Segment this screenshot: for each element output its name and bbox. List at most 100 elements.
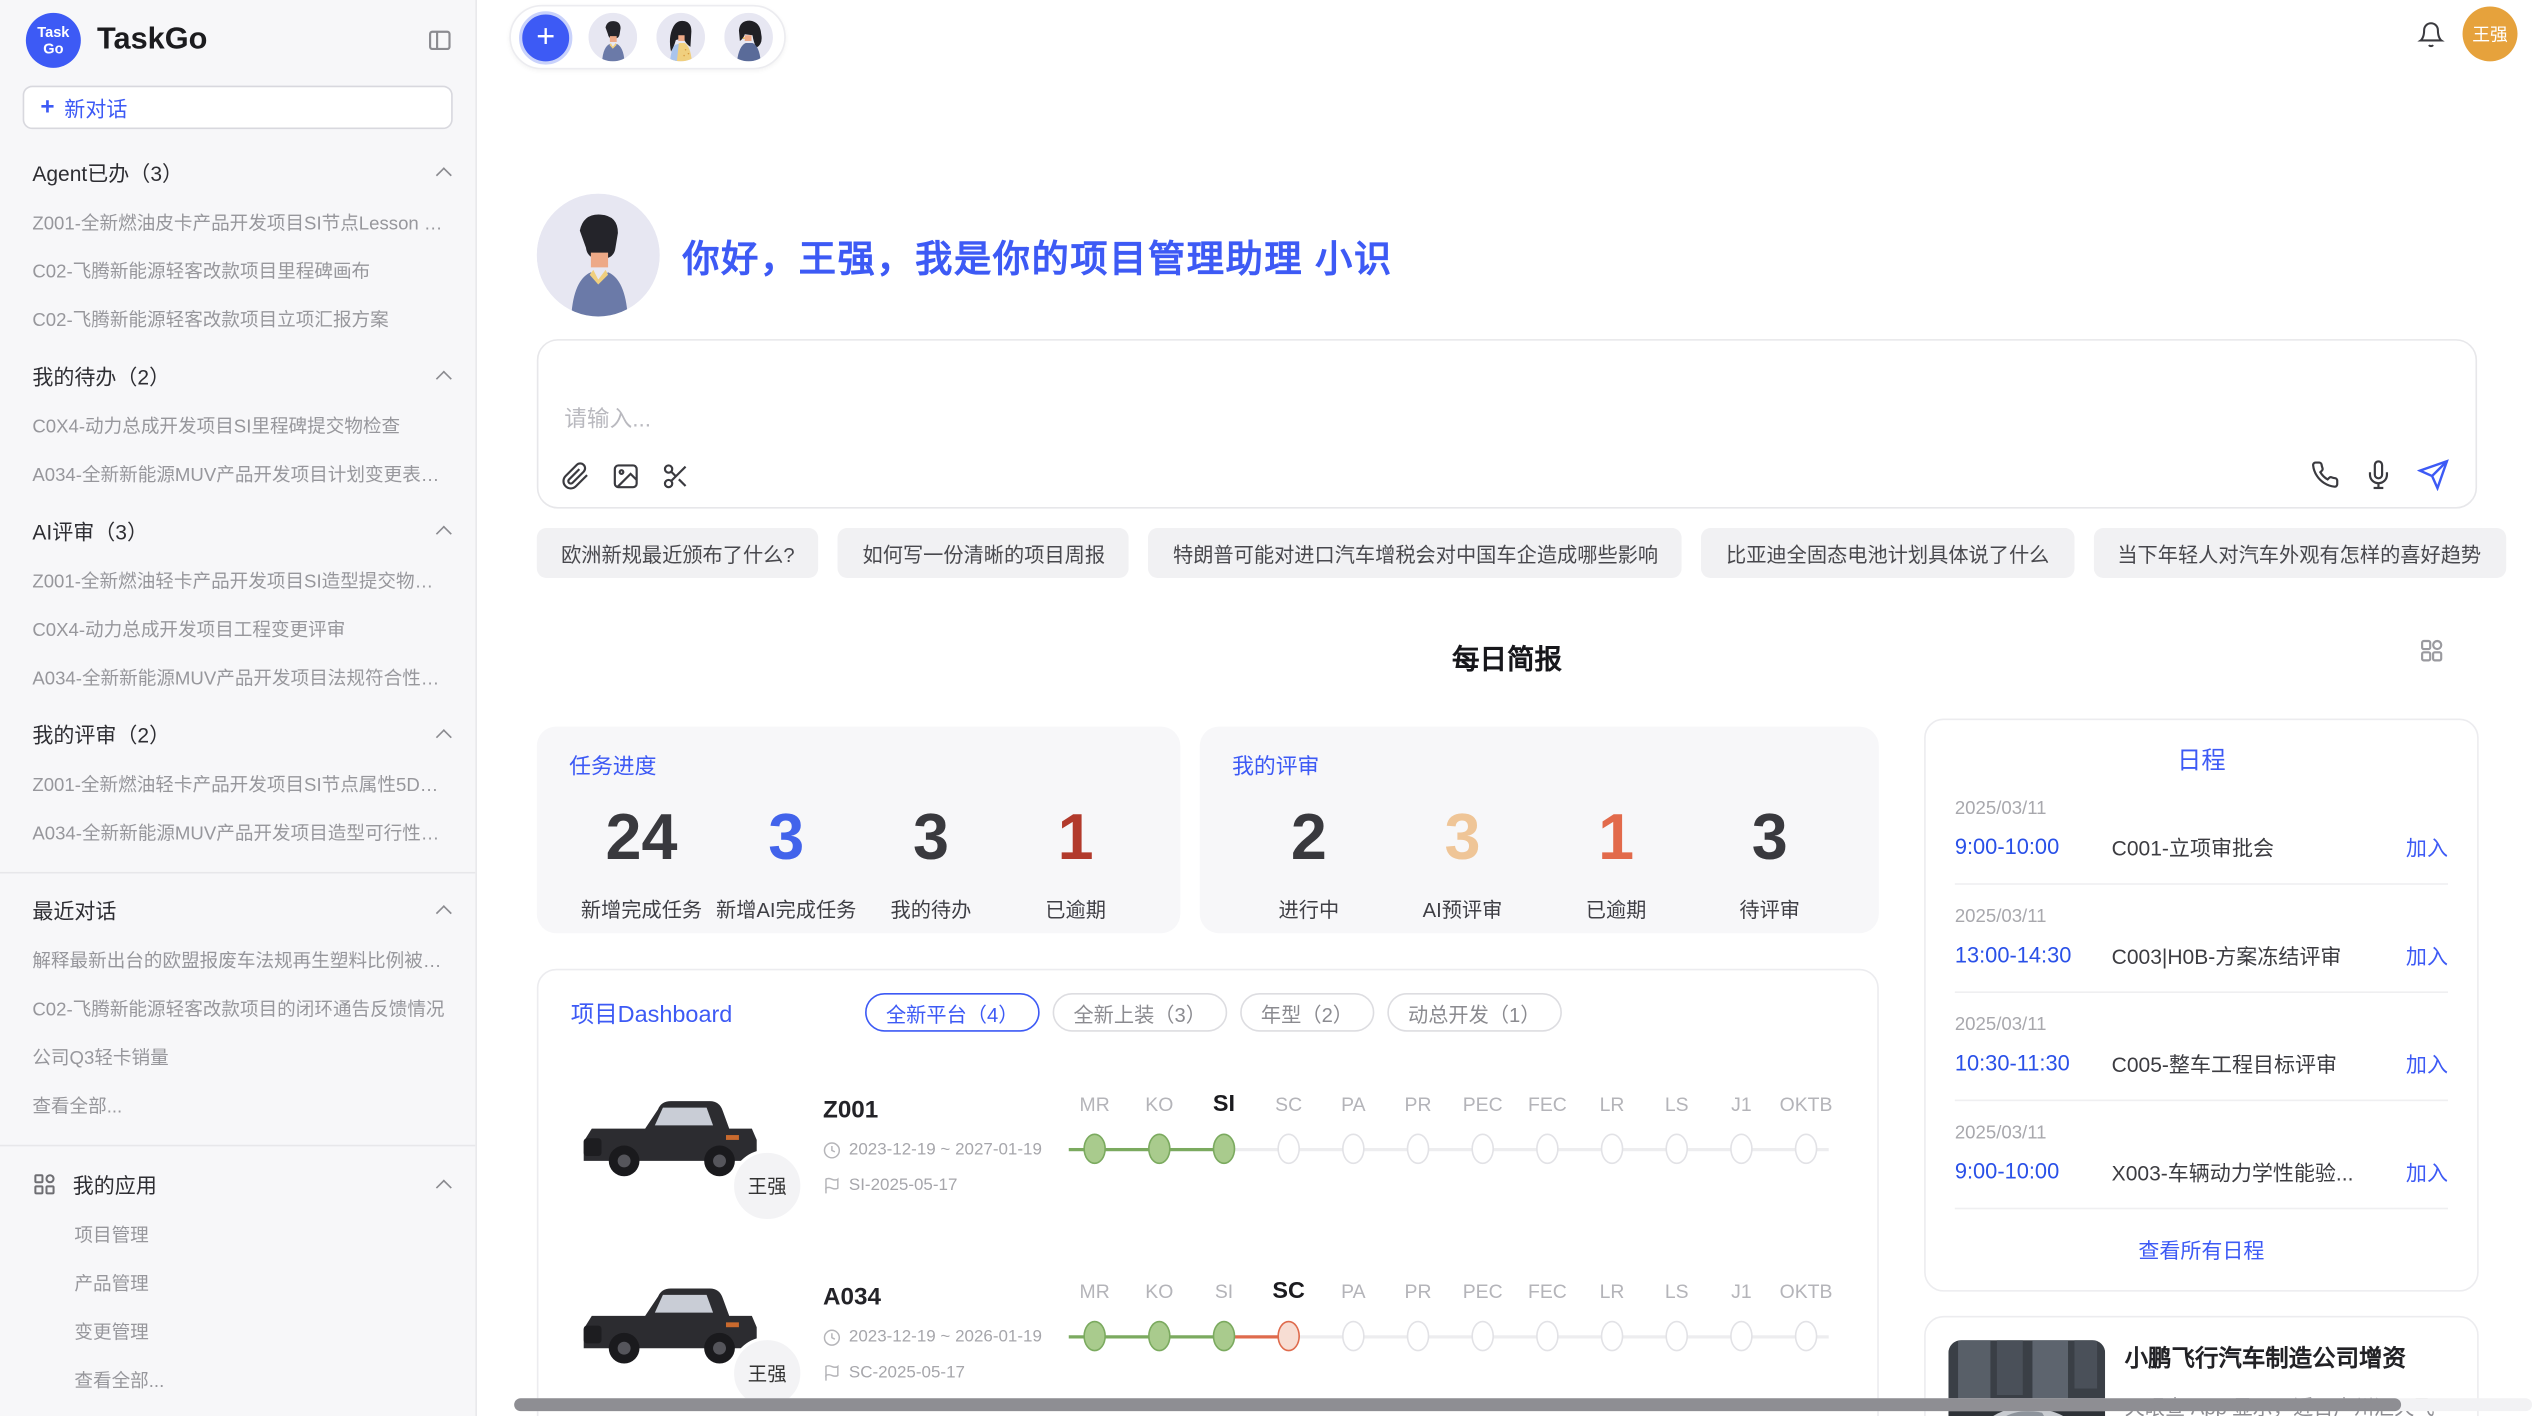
recent-chat-item[interactable]: C02-飞腾新能源轻客改款项目的闭环通告反馈情况: [32, 996, 449, 1022]
recent-chat-item[interactable]: 公司Q3轻卡销量: [32, 1045, 449, 1071]
attachment-icon[interactable]: [561, 462, 590, 491]
suggestion-chip[interactable]: 比亚迪全固态电池计划具体说了什么: [1702, 528, 2074, 578]
project-row-z001[interactable]: 王强 Z001 2023-12-19 ~ 2027-01-19 SI-2025-…: [571, 1074, 1845, 1197]
notification-bell-icon[interactable]: [2417, 21, 2444, 48]
milestone-dot: [1665, 1133, 1688, 1164]
new-chat-label: 新对话: [64, 92, 127, 123]
schedule-time: 13:00-14:30: [1955, 943, 2112, 967]
task-progress-card: 任务进度 24 新增完成任务 3 新增AI完成任务 3 我的待办: [537, 727, 1181, 934]
member-avatar[interactable]: [721, 10, 776, 65]
sidebar-item[interactable]: Z001-全新燃油皮卡产品开发项目SI节点Lesson Learn报告: [32, 210, 449, 236]
app-view-all[interactable]: 查看全部...: [74, 1368, 449, 1394]
sidebar-item[interactable]: Z001-全新燃油轻卡产品开发项目SI节点属性5D文件评审: [32, 772, 449, 798]
schedule-item: 2025/03/11 13:00-14:30 C003|H0B-方案冻结评审 加…: [1955, 885, 2448, 993]
horizontal-scrollbar[interactable]: [514, 1398, 2401, 1411]
app-item-project-mgmt[interactable]: 项目管理: [74, 1222, 449, 1248]
user-avatar[interactable]: 王强: [2463, 6, 2518, 61]
project-code: A034: [823, 1284, 1062, 1311]
milestone-dot: [1407, 1321, 1430, 1352]
milestone-dot-done: [1148, 1321, 1171, 1352]
collapse-sidebar-icon[interactable]: [427, 27, 453, 53]
app-logo: Task Go: [26, 13, 81, 68]
scissors-icon[interactable]: [661, 462, 690, 491]
milestone-dot: [1730, 1133, 1753, 1164]
section-header-ai-review[interactable]: AI评审（3）: [32, 515, 449, 546]
clock-icon: [823, 1141, 841, 1159]
milestone-dot-done: [1213, 1321, 1236, 1352]
dashboard-title: 项目Dashboard: [571, 995, 733, 1029]
phone-call-icon[interactable]: [2311, 460, 2340, 489]
suggestion-chip[interactable]: 当下年轻人对汽车外观有怎样的喜好趋势: [2093, 528, 2505, 578]
assistant-avatar: [537, 194, 660, 317]
section-header-my-review[interactable]: 我的评审（2）: [32, 718, 449, 749]
sidebar-item[interactable]: C02-飞腾新能源轻客改款项目立项汇报方案: [32, 307, 449, 333]
sidebar-item[interactable]: Z001-全新燃油轻卡产品开发项目SI造型提交物评审: [32, 568, 449, 594]
schedule-item: 2025/03/11 9:00-10:00 C001-立项审批会 加入: [1955, 777, 2448, 885]
suggestion-chip[interactable]: 如何写一份清晰的项目周报: [838, 528, 1129, 578]
sidebar-item[interactable]: A034-全新新能源MUV产品开发项目法规符合性评审: [32, 665, 449, 691]
logo-line2: Go: [43, 40, 63, 56]
sidebar-item[interactable]: C0X4-动力总成开发项目SI里程碑提交物检查: [32, 413, 449, 439]
schedule-name: C003|H0B-方案冻结评审: [2112, 940, 2393, 971]
member-avatar[interactable]: [585, 10, 640, 65]
stat-my-todo: 3 我的待办: [859, 802, 1004, 923]
chevron-up-icon: [436, 370, 452, 386]
chevron-up-icon: [436, 904, 452, 920]
section-header-my-apps[interactable]: 我的应用: [32, 1169, 449, 1200]
image-upload-icon[interactable]: [611, 462, 640, 491]
section-header-recent[interactable]: 最近对话: [32, 894, 449, 925]
tab-all-new-body[interactable]: 全新上装（3）: [1052, 993, 1227, 1032]
schedule-item: 2025/03/11 10:30-11:30 C005-整车工程目标评审 加入: [1955, 993, 2448, 1101]
chat-composer: [537, 339, 2477, 509]
section-header-my-todo[interactable]: 我的待办（2）: [32, 360, 449, 391]
join-link[interactable]: 加入: [2406, 1048, 2448, 1079]
suggestion-chip[interactable]: 欧洲新规最近颁布了什么?: [537, 528, 819, 578]
schedule-name: C005-整车工程目标评审: [2112, 1048, 2393, 1079]
member-avatar[interactable]: [653, 10, 708, 65]
app-item-product-mgmt[interactable]: 产品管理: [74, 1271, 449, 1297]
suggestion-chip[interactable]: 特朗普可能对进口汽车增税会对中国车企造成哪些影响: [1149, 528, 1683, 578]
milestone-dot: [1795, 1133, 1818, 1164]
new-chat-button[interactable]: + 新对话: [23, 86, 453, 130]
project-dashboard-card: 项目Dashboard 全新平台（4） 全新上装（3） 年型（2） 动总开发（1…: [537, 969, 1879, 1416]
greeting-text: 你好，王强，我是你的项目管理助理 小识: [682, 228, 1392, 283]
schedule-name: X003-车辆动力学性能验...: [2112, 1156, 2393, 1187]
recent-view-all[interactable]: 查看全部...: [32, 1093, 449, 1119]
divider: [0, 872, 475, 874]
section-header-agent-done[interactable]: Agent已办（3）: [32, 157, 449, 188]
tab-powertrain-dev[interactable]: 动总开发（1）: [1387, 993, 1562, 1032]
sidebar-item[interactable]: C02-飞腾新能源轻客改款项目里程碑画布: [32, 258, 449, 284]
schedule-time: 9:00-10:00: [1955, 1159, 2112, 1183]
tab-year-model[interactable]: 年型（2）: [1240, 993, 1374, 1032]
project-dates: 2023-12-19 ~ 2026-01-19: [849, 1327, 1042, 1346]
logo-line1: Task: [37, 24, 69, 40]
milestone-dot: [1665, 1321, 1688, 1352]
sidebar-item[interactable]: A034-全新新能源MUV产品开发项目计划变更表编写: [32, 462, 449, 488]
flag-icon: [823, 1176, 841, 1194]
milestone-dot-done: [1148, 1133, 1171, 1164]
plus-icon: +: [40, 94, 54, 121]
send-icon[interactable]: [2417, 459, 2449, 491]
tab-all-new-platform[interactable]: 全新平台（4）: [865, 993, 1040, 1032]
milestone-timeline: MRKO SISC PAPR PECFEC LRLS J1OKTB: [1062, 1277, 1838, 1384]
join-link[interactable]: 加入: [2406, 1156, 2448, 1187]
join-link[interactable]: 加入: [2406, 832, 2448, 863]
view-all-schedule-link[interactable]: 查看所有日程: [1955, 1234, 2448, 1265]
card-title: 我的评审: [1232, 748, 1846, 780]
sidebar-item[interactable]: C0X4-动力总成开发项目工程变更评审: [32, 617, 449, 643]
app-item-change-mgmt[interactable]: 变更管理: [74, 1319, 449, 1345]
add-member-button[interactable]: +: [519, 10, 572, 63]
stat-new-completed: 24 新增完成任务: [569, 802, 714, 923]
schedule-item: 2025/03/11 9:00-10:00 X003-车辆动力学性能验... 加…: [1955, 1101, 2448, 1209]
milestone-dot: [1277, 1133, 1300, 1164]
chat-input[interactable]: [564, 405, 2449, 431]
sidebar-item[interactable]: A034-全新新能源MUV产品开发项目造型可行性评审: [32, 820, 449, 846]
recent-chat-item[interactable]: 解释最新出台的欧盟报废车法规再生塑料比例被调至15%...: [32, 948, 449, 974]
layout-grid-icon[interactable]: [2419, 638, 2445, 664]
project-row-a034[interactable]: 王强 A034 2023-12-19 ~ 2026-01-19 SC-2025-…: [571, 1261, 1845, 1384]
milestone-dot-done: [1083, 1133, 1106, 1164]
join-link[interactable]: 加入: [2406, 940, 2448, 971]
project-flag: SI-2025-05-17: [849, 1175, 958, 1194]
flag-icon: [823, 1364, 841, 1382]
microphone-icon[interactable]: [2364, 460, 2393, 489]
